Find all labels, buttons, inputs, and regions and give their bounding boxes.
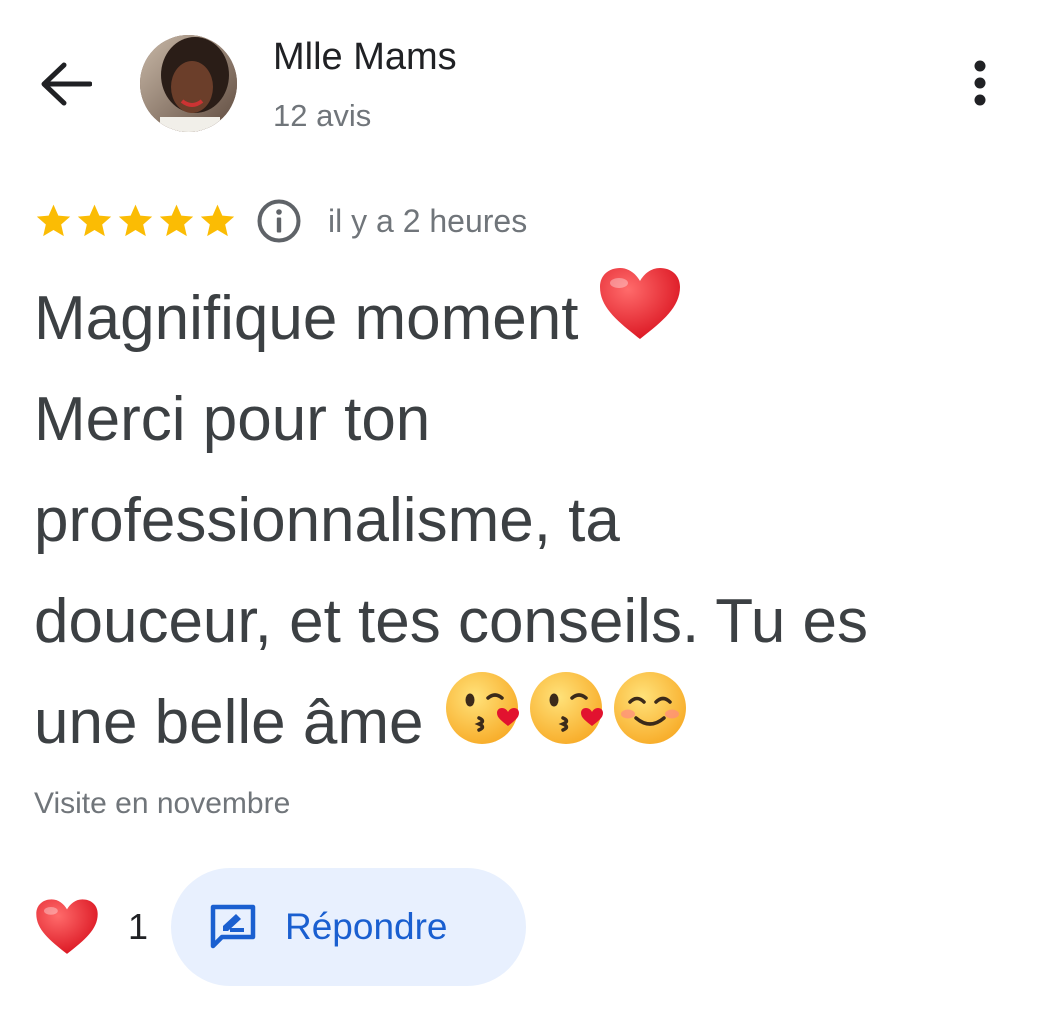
more-options-button[interactable] [950, 50, 1010, 116]
star-icon [36, 204, 71, 237]
like-button[interactable]: 1 [34, 892, 148, 962]
review-line-text: douceur, et tes conseils. Tu es [34, 587, 869, 656]
review-line: professionnalisme, ta [34, 470, 1024, 571]
visit-date: Visite en novembre [34, 787, 291, 820]
review-line-text: professionnalisme, ta [34, 486, 620, 555]
reply-edit-icon [208, 902, 258, 952]
review-line: Magnifique moment [34, 267, 1024, 369]
face-blowing-kiss-emoji [528, 668, 608, 778]
face-blowing-kiss-emoji [444, 668, 524, 778]
rating-row: il y a 2 heures [33, 196, 527, 246]
more-vert-icon [974, 60, 986, 106]
review-time: il y a 2 heures [328, 202, 528, 239]
arrow-back-icon [41, 62, 92, 106]
like-count: 1 [128, 906, 149, 947]
star-icon [200, 204, 235, 237]
star-icon [118, 204, 153, 237]
smiling-face-emoji [610, 668, 690, 778]
back-button[interactable] [30, 48, 102, 120]
reply-button-label: Répondre [285, 906, 448, 947]
author-review-count: 12 avis [273, 98, 372, 133]
heart-icon [36, 899, 98, 954]
star-rating [33, 201, 238, 241]
reply-button[interactable]: Répondre [171, 868, 526, 986]
review-text: Magnifique moment Merci pour ton profess… [34, 267, 1024, 773]
avatar[interactable] [140, 35, 237, 132]
review-line-text: Magnifique moment [34, 284, 579, 353]
review-line-text: Merci pour ton [34, 385, 431, 454]
info-icon [257, 199, 301, 243]
review-line: douceur, et tes conseils. Tu es [34, 571, 1024, 672]
review-line: une belle âme [34, 671, 1024, 773]
star-icon [77, 204, 112, 237]
author-name[interactable]: Mlle Mams [273, 34, 457, 80]
review-line-text: une belle âme [34, 688, 424, 757]
info-button[interactable] [255, 197, 303, 245]
avatar-photo [140, 35, 237, 132]
star-icon [159, 204, 194, 237]
red-heart-emoji [597, 265, 683, 373]
review-line: Merci pour ton [34, 369, 1024, 470]
